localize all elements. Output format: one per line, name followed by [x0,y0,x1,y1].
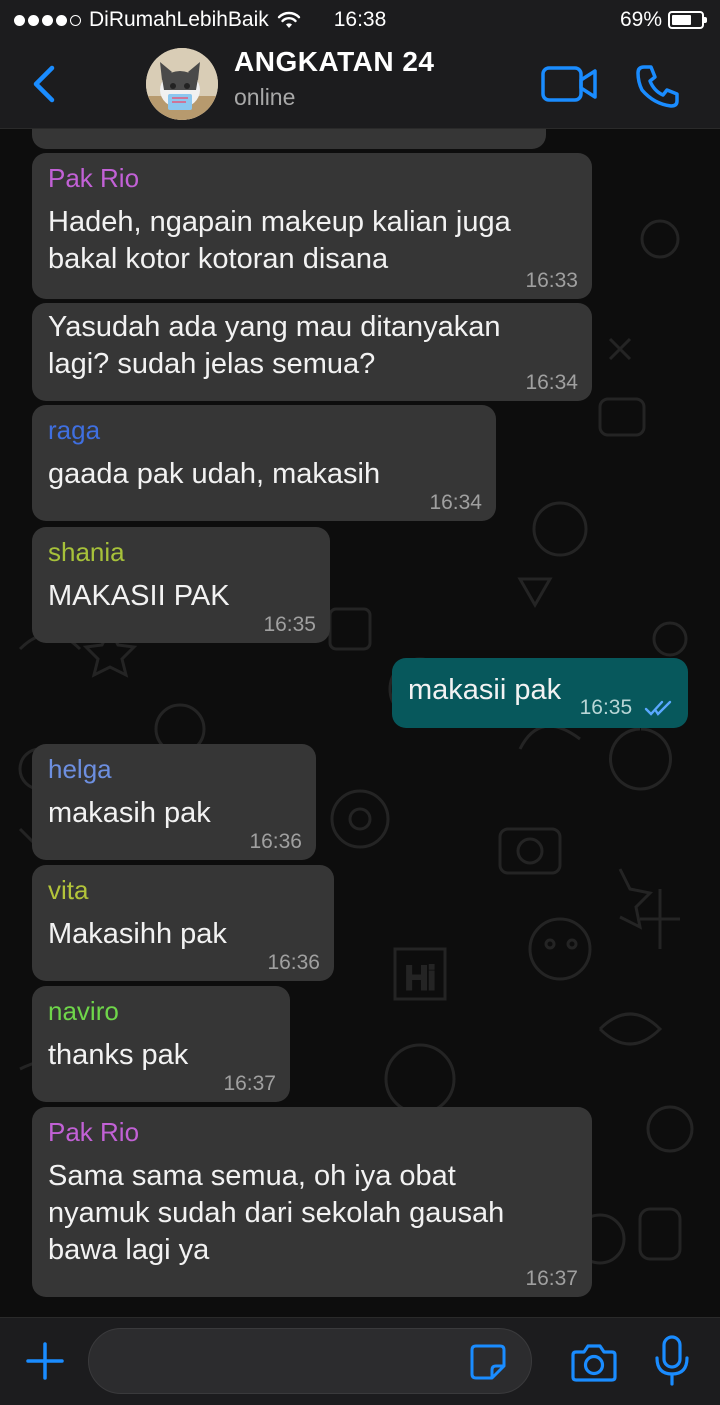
phone-icon[interactable] [634,62,682,110]
message-time: 16:37 [525,1267,578,1290]
message-time: 16:34 [429,491,482,514]
composer-bar [0,1317,720,1405]
message-text: Makasihh pak [48,918,227,950]
message-sender: shania [48,537,125,567]
microphone-icon[interactable] [652,1334,692,1388]
battery-icon [668,11,707,29]
message-time: 16:35 [580,696,676,720]
status-bar: DiRumahLebihBaik 16:38 69% [0,0,720,40]
message-bubble[interactable]: Yasudah ada yang mau ditanyakan lagi? su… [32,303,592,401]
message-time: 16:34 [525,371,578,394]
outgoing-message-bubble[interactable]: makasii pak 16:35 [392,658,688,728]
video-call-icon[interactable] [540,64,598,104]
svg-text:Hi: Hi [405,960,435,996]
message-text: makasih pak [48,797,211,829]
message-time: 16:36 [267,951,320,974]
message-bubble[interactable]: raga gaada pak udah, makasih 16:34 [32,405,496,521]
plus-icon[interactable] [24,1340,66,1382]
group-avatar[interactable] [146,48,218,120]
message-time: 16:36 [249,830,302,853]
message-sender: vita [48,875,89,905]
message-bubble-partial[interactable] [32,129,546,149]
message-bubble[interactable]: vita Makasihh pak 16:36 [32,865,334,981]
message-bubble[interactable]: Pak Rio Hadeh, ngapain makeup kalian jug… [32,153,592,299]
message-text: gaada pak udah, makasih [48,458,381,490]
message-bubble[interactable]: Pak Rio Sama sama semua, oh iya obat nya… [32,1107,592,1297]
message-text: Yasudah ada yang mau ditanyakan lagi? su… [48,311,501,380]
message-list[interactable]: Hi Pak Rio Hadeh, ngapain makeup kalian … [0,129,720,1317]
message-sender: naviro [48,996,119,1026]
message-text: Hadeh, ngapain makeup kalian juga bakal … [48,206,511,275]
message-bubble[interactable]: naviro thanks pak 16:37 [32,986,290,1102]
chat-header: ANGKATAN 24 online [0,40,720,129]
battery-fill [672,15,692,25]
message-time: 16:33 [525,269,578,292]
chat-status: online [234,84,296,110]
message-text: Sama sama semua, oh iya obat nyamuk suda… [48,1160,505,1266]
double-check-icon [644,701,672,717]
wifi-icon [277,11,300,28]
message-sender: Pak Rio [48,1117,140,1147]
message-text: thanks pak [48,1039,189,1071]
carrier-name: DiRumahLebihBaik [89,8,269,31]
message-time: 16:35 [263,613,316,636]
status-time: 16:38 [333,8,387,31]
message-time-text: 16:35 [579,696,633,719]
signal-strength-icon [14,14,81,26]
message-time: 16:37 [223,1072,276,1095]
message-text: MAKASII PAK [48,580,230,612]
message-sender: raga [48,415,101,445]
sticker-icon[interactable] [468,1342,508,1382]
message-sender: Pak Rio [48,163,140,193]
camera-icon[interactable] [570,1340,618,1384]
chat-title[interactable]: ANGKATAN 24 [234,46,434,78]
status-bar-right: 69% [619,8,707,32]
message-bubble[interactable]: shania MAKASII PAK 16:35 [32,527,330,643]
message-bubble[interactable]: helga makasih pak 16:36 [32,744,316,860]
status-bar-left: DiRumahLebihBaik [14,8,301,32]
message-input[interactable] [88,1328,532,1394]
message-sender: helga [48,754,112,784]
battery-percentage: 69% [619,8,662,31]
back-chevron-icon[interactable] [28,62,64,106]
